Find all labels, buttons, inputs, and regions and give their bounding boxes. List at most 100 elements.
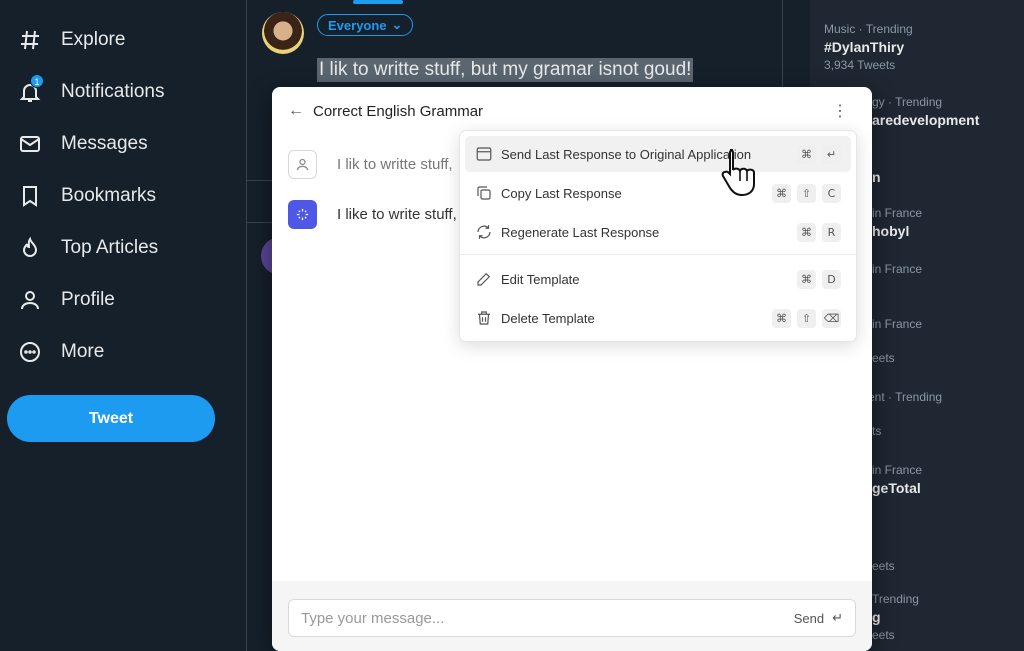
- shortcut-keys: ⌘ ↵: [797, 144, 841, 164]
- user-icon: [288, 150, 317, 179]
- active-tab-indicator: [353, 0, 403, 4]
- back-arrow-icon[interactable]: ←: [288, 102, 304, 120]
- return-icon: ↵: [832, 610, 843, 625]
- key-shift: ⇧: [797, 308, 816, 328]
- nav-label: Top Articles: [61, 237, 159, 258]
- trend-item[interactable]: gy · Trending aredevelopment: [872, 95, 979, 128]
- tweet-compose-text[interactable]: I lik to writte stuff, but my gramar isn…: [317, 58, 694, 82]
- menu-item-edit-template[interactable]: Edit Template ⌘ D: [465, 261, 851, 297]
- sparkles-icon: [288, 200, 317, 229]
- window-icon: [475, 145, 493, 163]
- menu-item-label: Edit Template: [501, 271, 580, 287]
- trend-count: eets: [872, 628, 895, 642]
- nav-item-explore[interactable]: Explore: [18, 20, 125, 60]
- avatar[interactable]: [262, 12, 304, 54]
- nav-item-more[interactable]: More: [18, 332, 104, 372]
- shortcut-keys: ⌘ ⇧ ⌫: [772, 308, 841, 328]
- nav-item-notifications[interactable]: 1 Notifications: [18, 72, 165, 112]
- key-command: ⌘: [797, 144, 816, 164]
- trend-meta: in France: [872, 262, 923, 276]
- key-command: ⌘: [797, 222, 816, 242]
- menu-divider: [460, 254, 858, 255]
- send-button[interactable]: Send ↵: [794, 610, 843, 626]
- trend-count: 3,934 Tweets: [824, 58, 896, 72]
- more-circle-icon: [20, 342, 40, 362]
- key-delete: ⌫: [822, 308, 841, 328]
- trend-item[interactable]: in France hobyl: [872, 206, 922, 239]
- key-command: ⌘: [797, 269, 816, 289]
- panel-footer: Send ↵: [272, 581, 872, 651]
- trend-meta: Music · Trending: [824, 22, 913, 36]
- notification-badge: 1: [30, 74, 44, 88]
- trend-name: n: [872, 169, 881, 185]
- menu-item-regenerate-response[interactable]: Regenerate Last Response ⌘ R: [465, 214, 851, 250]
- menu-item-label: Copy Last Response: [501, 185, 622, 201]
- key-command: ⌘: [772, 183, 791, 203]
- chevron-down-icon: ⌄: [391, 17, 403, 32]
- nav-label: More: [61, 341, 105, 362]
- tweet-button[interactable]: Tweet: [7, 395, 215, 442]
- trend-name: aredevelopment: [872, 112, 980, 128]
- nav-item-profile[interactable]: Profile: [18, 280, 115, 320]
- trend-item[interactable]: in France geTotal: [872, 463, 922, 496]
- trend-name: #DylanThiry: [824, 39, 905, 55]
- menu-item-delete-template[interactable]: Delete Template ⌘ ⇧ ⌫: [465, 300, 851, 336]
- trend-name: g: [872, 609, 881, 625]
- nav-label: Bookmarks: [61, 185, 157, 206]
- shortcut-keys: ⌘ R: [797, 222, 841, 242]
- menu-item-copy-response[interactable]: Copy Last Response ⌘ ⇧ C: [465, 175, 851, 211]
- trend-item[interactable]: eets: [872, 556, 895, 573]
- trash-icon: [475, 309, 493, 327]
- key-d: D: [822, 269, 841, 289]
- user-message-text: I lik to writte stuff,: [337, 156, 453, 173]
- trend-meta: Trending: [872, 592, 919, 606]
- copy-icon: [475, 184, 493, 202]
- pencil-icon: [475, 270, 493, 288]
- trend-item[interactable]: n: [872, 166, 881, 185]
- audience-selector[interactable]: Everyone ⌄: [317, 14, 414, 36]
- nav-label: Explore: [61, 29, 126, 50]
- trend-item[interactable]: Music · Trending #DylanThiry 3,934 Tweet…: [824, 22, 913, 72]
- trend-count: eets: [872, 351, 895, 365]
- bookmark-icon: [23, 186, 37, 207]
- panel-header: ← Correct English Grammar: [272, 87, 872, 135]
- send-label: Send: [793, 610, 825, 626]
- trend-item[interactable]: Trending g eets: [872, 592, 919, 642]
- trend-name: geTotal: [872, 480, 921, 496]
- trend-count: ts: [872, 424, 882, 438]
- message-row-user: I lik to writte stuff,: [288, 150, 453, 179]
- left-navigation: Explore 1 Notifications Messages Bookmar…: [0, 0, 246, 651]
- nav-label: Messages: [61, 133, 148, 154]
- trend-meta: gy · Trending: [872, 95, 943, 109]
- menu-item-label: Send Last Response to Original Applicati…: [501, 146, 752, 162]
- nav-item-top-articles[interactable]: Top Articles: [18, 228, 158, 268]
- actions-menu: Send Last Response to Original Applicati…: [459, 130, 858, 342]
- audience-label: Everyone: [328, 17, 387, 33]
- nav-item-bookmarks[interactable]: Bookmarks: [18, 176, 156, 216]
- trend-meta: in France: [872, 317, 923, 331]
- more-vertical-icon[interactable]: ⋮: [832, 101, 848, 121]
- shortcut-keys: ⌘ D: [797, 269, 841, 289]
- message-row-assistant: I like to write stuff,: [288, 200, 457, 229]
- nav-label: Profile: [61, 289, 115, 310]
- refresh-icon: [475, 223, 493, 241]
- trend-item[interactable]: in France eets: [872, 317, 922, 365]
- menu-item-send-to-application[interactable]: Send Last Response to Original Applicati…: [465, 136, 851, 172]
- nav-label: Notifications: [61, 81, 165, 102]
- key-return: ↵: [822, 144, 841, 164]
- nav-item-messages[interactable]: Messages: [18, 124, 148, 164]
- key-r: R: [822, 222, 841, 242]
- trend-item[interactable]: in France: [872, 262, 922, 276]
- key-command: ⌘: [772, 308, 791, 328]
- hand-pointer-icon: [721, 149, 755, 196]
- chat-input-box: Send ↵: [288, 599, 856, 637]
- envelope-icon: [20, 136, 40, 152]
- trend-name: hobyl: [872, 223, 910, 239]
- assistant-message-text: I like to write stuff,: [337, 206, 457, 223]
- message-input[interactable]: [301, 609, 794, 627]
- trend-count: eets: [872, 559, 895, 573]
- hashtag-icon: [21, 30, 39, 50]
- trend-meta: in France: [872, 463, 923, 477]
- key-c: C: [822, 183, 841, 203]
- flame-icon: [22, 236, 38, 257]
